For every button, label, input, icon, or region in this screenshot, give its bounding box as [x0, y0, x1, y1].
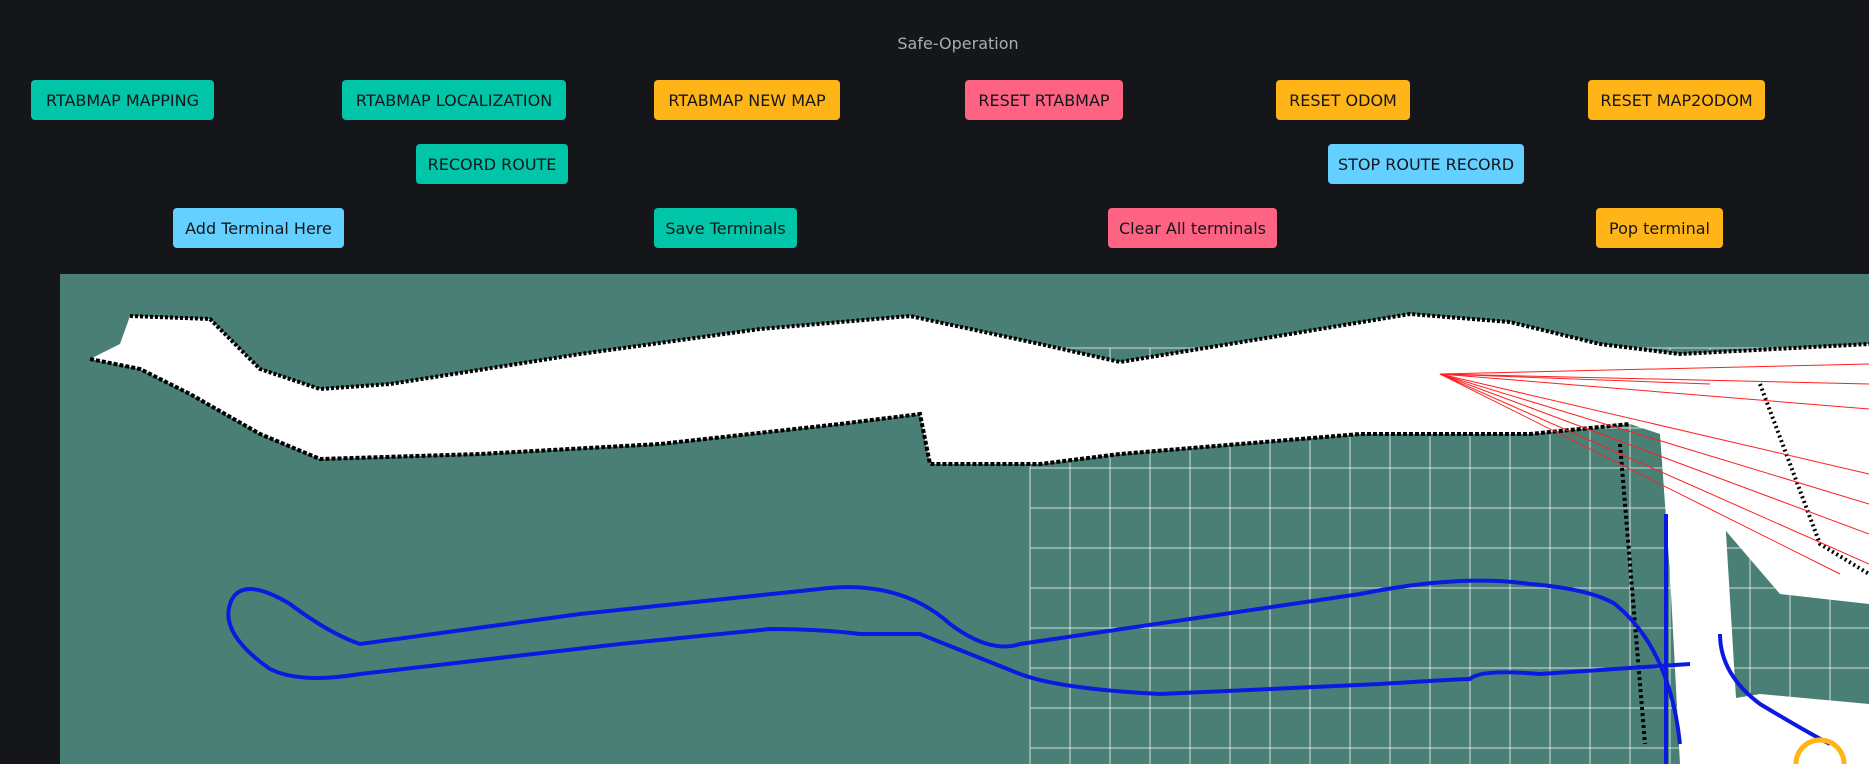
rtabmap-localization-button[interactable]: RTABMAP LOCALIZATION	[342, 80, 566, 120]
map-svg	[89, 311, 1869, 764]
reset-map2odom-button[interactable]: RESET MAP2ODOM	[1588, 80, 1765, 120]
rtabmap-mapping-button[interactable]: RTABMAP MAPPING	[31, 80, 214, 120]
pop-terminal-button[interactable]: Pop terminal	[1596, 208, 1723, 248]
map-canvas[interactable]	[60, 274, 1869, 764]
rtabmap-new-map-button[interactable]: RTABMAP NEW MAP	[654, 80, 840, 120]
stop-route-record-button[interactable]: STOP ROUTE RECORD	[1328, 144, 1524, 184]
add-terminal-button[interactable]: Add Terminal Here	[173, 208, 344, 248]
reset-rtabmap-button[interactable]: RESET RTABMAP	[965, 80, 1123, 120]
save-terminals-button[interactable]: Save Terminals	[654, 208, 797, 248]
app-title: Safe-Operation	[897, 34, 1019, 53]
occupancy-map	[89, 311, 1869, 764]
record-route-button[interactable]: RECORD ROUTE	[416, 144, 568, 184]
reset-odom-button[interactable]: RESET ODOM	[1276, 80, 1410, 120]
clear-terminals-button[interactable]: Clear All terminals	[1108, 208, 1277, 248]
